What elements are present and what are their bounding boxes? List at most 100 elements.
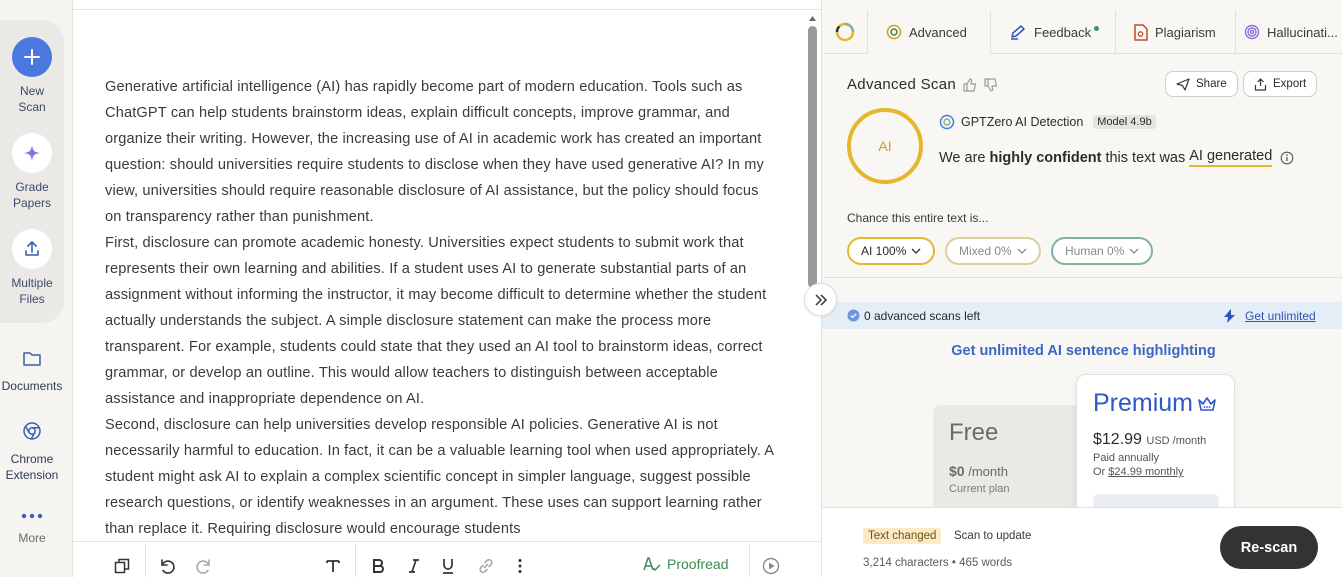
- editor-scrollbar-thumb[interactable]: [808, 26, 817, 288]
- gptzero-logo-icon: [939, 114, 955, 130]
- proofread-label: Proofread: [667, 556, 729, 572]
- tab-plagiarism-label: Plagiarism: [1155, 24, 1216, 40]
- chrome-extension-button[interactable]: Chrome Extension: [0, 421, 64, 483]
- sparkle-icon: [12, 133, 52, 173]
- paragraph-2: First, disclosure can promote academic h…: [105, 235, 767, 407]
- folder-icon: [23, 352, 41, 366]
- editor-toolbar: Proofread: [73, 541, 821, 577]
- left-sidebar: New Scan Grade Papers Multiple Files Doc…: [0, 0, 73, 577]
- thumbs-down-icon[interactable]: [984, 78, 998, 92]
- thumbs-up-icon[interactable]: [963, 78, 977, 92]
- text-style-icon: [326, 560, 340, 572]
- premium-billing-annual: Paid annually: [1093, 452, 1160, 464]
- multiple-files-button[interactable]: Multiple Files: [0, 229, 64, 307]
- link-button[interactable]: [477, 556, 495, 576]
- detector-name: GPTZero AI Detection: [961, 115, 1084, 129]
- premium-monthly-link[interactable]: $24.99 monthly: [1108, 466, 1183, 478]
- character-word-count: 3,214 characters • 465 words: [863, 557, 1013, 569]
- send-icon: [1176, 77, 1190, 91]
- upload-icon: [12, 229, 52, 269]
- more-button[interactable]: More: [0, 512, 64, 546]
- more-label: More: [18, 531, 46, 545]
- app-root: New Scan Grade Papers Multiple Files Doc…: [0, 0, 1342, 577]
- chevron-down-icon: [1129, 248, 1139, 254]
- document-editor[interactable]: Generative artificial intelligence (AI) …: [73, 0, 821, 577]
- scans-left-bar: 0 advanced scans left Get unlimited: [822, 302, 1342, 329]
- hallucination-spiral-icon: [1244, 24, 1260, 40]
- free-price-amount: $0: [949, 463, 965, 479]
- ai-score-ring: AI: [847, 108, 923, 184]
- feedback-pen-icon: [1011, 25, 1025, 40]
- documents-button[interactable]: Documents: [0, 350, 64, 394]
- document-text[interactable]: Generative artificial intelligence (AI) …: [105, 74, 775, 542]
- new-scan-label-2: Scan: [18, 100, 46, 114]
- premium-billing-info: Paid annually Or $24.99 monthly: [1093, 451, 1184, 479]
- tab-hallucination-label: Hallucinati...: [1267, 24, 1338, 40]
- grade-papers-label-1: Grade: [15, 180, 49, 194]
- get-unlimited-link[interactable]: Get unlimited: [1224, 308, 1316, 323]
- text-changed-badge: Text changed: [863, 528, 942, 544]
- free-price-period: /month: [968, 464, 1008, 479]
- grade-papers-label-2: Papers: [12, 196, 52, 210]
- tab-feedback-label: Feedback: [1034, 24, 1092, 40]
- rescan-button[interactable]: Re-scan: [1220, 526, 1318, 569]
- premium-price-amount: $12.99: [1093, 431, 1142, 448]
- scroll-up-arrow-icon[interactable]: [808, 14, 817, 22]
- toolbar-divider: [355, 544, 356, 577]
- undo-button[interactable]: [158, 556, 176, 576]
- more-options-button[interactable]: [517, 556, 523, 576]
- italic-button[interactable]: [407, 556, 421, 576]
- human-percent-label: Human 0%: [1065, 244, 1125, 258]
- free-plan-name: Free: [949, 419, 999, 446]
- human-percent-dropdown[interactable]: Human 0%: [1051, 237, 1154, 265]
- mixed-percent-dropdown[interactable]: Mixed 0%: [945, 237, 1041, 265]
- lightning-icon: [1224, 308, 1235, 323]
- new-scan-button[interactable]: New Scan: [0, 37, 64, 115]
- bold-button[interactable]: [371, 556, 385, 576]
- grade-papers-button[interactable]: Grade Papers: [0, 133, 64, 211]
- tab-feedback[interactable]: Feedback: [991, 10, 1116, 54]
- ai-score-ring-label: AI: [878, 138, 892, 154]
- results-panel: Advanced Feedback Plagiarism Hallucinati…: [821, 0, 1342, 577]
- plus-icon: [12, 37, 52, 77]
- tab-advanced[interactable]: Advanced: [868, 10, 991, 54]
- tab-advanced-label: Advanced: [909, 24, 967, 40]
- text-style-button[interactable]: [325, 556, 341, 576]
- results-tabs: Advanced Feedback Plagiarism Hallucinati…: [822, 10, 1342, 54]
- play-button[interactable]: [762, 556, 780, 576]
- scans-left-info: 0 advanced scans left: [847, 309, 980, 323]
- info-icon[interactable]: [1280, 151, 1294, 165]
- premium-billing-monthly-line: Or $24.99 monthly: [1093, 465, 1184, 479]
- score-status-tab[interactable]: [822, 10, 868, 54]
- double-chevron-right-icon: [814, 293, 827, 306]
- tab-plagiarism[interactable]: Plagiarism: [1116, 10, 1236, 54]
- underline-icon: [443, 559, 453, 574]
- tab-hallucination[interactable]: Hallucinati...: [1236, 10, 1342, 54]
- collapse-panel-button[interactable]: [804, 283, 837, 316]
- verdict-confidence: highly confident: [989, 149, 1102, 166]
- chance-label: Chance this entire text is...: [847, 211, 989, 225]
- section-divider: [822, 277, 1342, 278]
- share-button[interactable]: Share: [1165, 71, 1238, 97]
- current-plan-label: Current plan: [949, 483, 1010, 495]
- crown-icon: [1198, 396, 1216, 411]
- toolbar-divider: [145, 544, 146, 577]
- scan-to-update-label: Scan to update: [954, 530, 1032, 542]
- loading-ring-icon: [835, 22, 855, 42]
- chevron-down-icon: [1017, 248, 1027, 254]
- detector-line: GPTZero AI Detection Model 4.9b: [939, 114, 1156, 130]
- chevron-down-icon: [911, 248, 921, 254]
- copy-button[interactable]: [113, 556, 131, 576]
- toolbar-divider: [749, 544, 750, 577]
- export-button[interactable]: Export: [1243, 71, 1318, 97]
- chrome-extension-label-2: Extension: [5, 468, 59, 482]
- editor-top-border: [73, 9, 821, 10]
- mixed-percent-label: Mixed 0%: [959, 244, 1012, 258]
- redo-button[interactable]: [195, 556, 213, 576]
- proofread-button[interactable]: Proofread: [643, 556, 728, 572]
- chrome-icon: [23, 422, 41, 440]
- upsell-headline: Get unlimited AI sentence highlighting: [951, 343, 1216, 359]
- ai-percent-dropdown[interactable]: AI 100%: [847, 237, 936, 265]
- ai-percent-label: AI 100%: [861, 244, 907, 258]
- underline-button[interactable]: [441, 556, 455, 576]
